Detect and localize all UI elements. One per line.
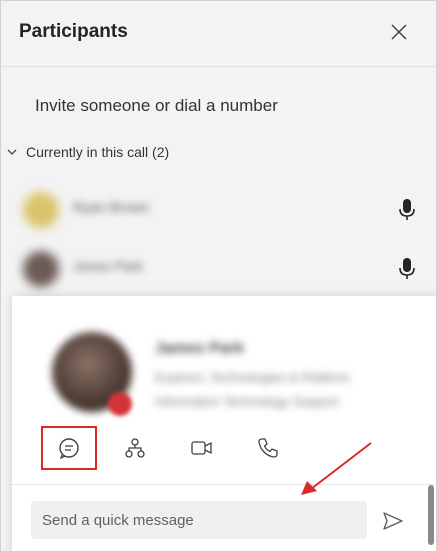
quick-message-input[interactable]: [31, 501, 367, 539]
in-call-section-toggle[interactable]: Currently in this call (2): [7, 144, 169, 160]
avatar: [23, 251, 59, 287]
chevron-down-icon: [7, 147, 17, 157]
close-icon: [391, 24, 407, 40]
invite-input[interactable]: Invite someone or dial a number: [35, 96, 278, 116]
participant-name: Ryan Brown: [73, 199, 150, 215]
scrollbar[interactable]: [428, 485, 434, 545]
send-button[interactable]: [379, 507, 407, 535]
panel-header: Participants: [1, 1, 436, 67]
org-chart-button[interactable]: [115, 428, 155, 468]
chat-button[interactable]: [41, 426, 97, 470]
presence-badge: [108, 392, 132, 416]
video-call-button[interactable]: [182, 428, 222, 468]
microphone-icon[interactable]: [397, 257, 417, 281]
annotation-arrow-icon: [301, 442, 372, 495]
participant-row[interactable]: Ryan Brown: [1, 185, 436, 235]
send-icon: [383, 512, 403, 530]
panel-title: Participants: [19, 21, 128, 42]
phone-icon: [258, 438, 278, 458]
close-button[interactable]: [385, 18, 413, 46]
avatar: [23, 192, 59, 228]
org-chart-icon: [125, 438, 145, 458]
participants-panel: Participants Invite someone or dial a nu…: [0, 0, 437, 552]
contact-department: Information Technology Support: [155, 394, 339, 409]
audio-call-button[interactable]: [248, 428, 288, 468]
microphone-icon[interactable]: [397, 198, 417, 222]
chat-icon: [59, 438, 79, 459]
section-label: Currently in this call (2): [26, 144, 170, 160]
video-camera-icon: [191, 441, 212, 455]
participant-name: Jones Park: [73, 258, 144, 274]
contact-name: James Park: [155, 340, 244, 357]
contact-card: James Park Explorer, Technologies & Plat…: [12, 296, 436, 551]
participant-row[interactable]: Jones Park: [1, 244, 436, 294]
contact-title: Explorer, Technologies & Platform: [155, 370, 350, 385]
